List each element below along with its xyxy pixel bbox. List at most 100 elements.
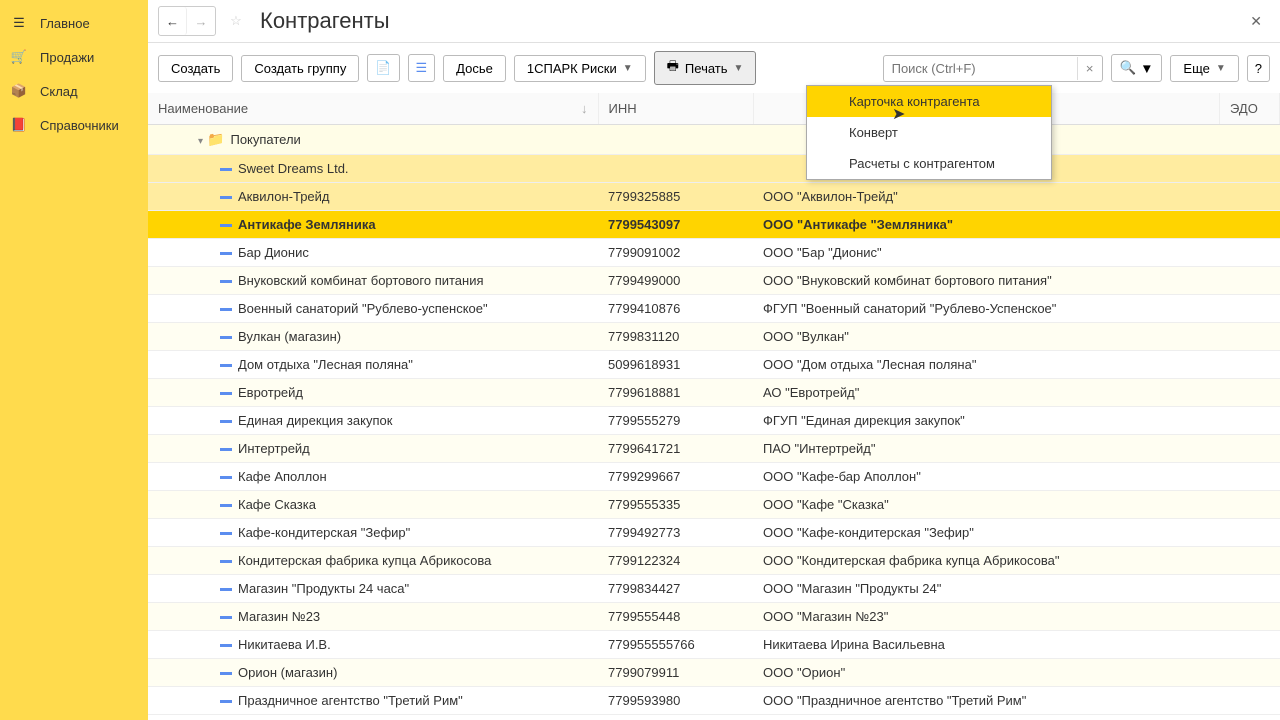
chevron-down-icon: ▼ (1140, 61, 1153, 76)
cell-inn: 7799593980 (598, 687, 753, 715)
table-row[interactable]: Магазин "Продукты 24 часа"7799834427ООО … (148, 575, 1280, 603)
cell-inn: 7799122324 (598, 547, 753, 575)
cell-inn: 7799641721 (598, 435, 753, 463)
table-row[interactable]: Бар Дионис7799091002ООО "Бар "Дионис" (148, 239, 1280, 267)
create-button[interactable]: Создать (158, 55, 233, 82)
cell-fullname: ООО "Аквилон-Трейд" (753, 183, 1220, 211)
cell-inn: 7799555335 (598, 491, 753, 519)
table-row[interactable]: Антикафе Земляника7799543097ООО "Антикаф… (148, 211, 1280, 239)
cell-name: Кафе-кондитерская "Зефир" (238, 525, 410, 540)
table-row[interactable]: Внуковский комбинат бортового питания779… (148, 267, 1280, 295)
sidebar-item-warehouse[interactable]: 📦 Склад (0, 74, 148, 108)
sidebar-item-main[interactable]: ☰ Главное (0, 6, 148, 40)
table-row[interactable]: Евротрейд7799618881АО "Евротрейд" (148, 379, 1280, 407)
menu-icon: ☰ (10, 14, 28, 32)
table-row[interactable]: Sweet Dreams Ltd. (148, 155, 1280, 183)
table-row[interactable]: Дом отдыха "Лесная поляна"5099618931ООО … (148, 351, 1280, 379)
more-button[interactable]: Еще▼ (1170, 55, 1238, 82)
cell-name: Единая дирекция закупок (238, 413, 392, 428)
sidebar-item-sales[interactable]: 🛒 Продажи (0, 40, 148, 74)
cell-fullname: ООО "Кафе "Сказка" (753, 491, 1220, 519)
nav-back-button[interactable]: ← (159, 7, 187, 35)
cell-name: Магазин "Продукты 24 часа" (238, 581, 409, 596)
close-icon[interactable]: ✕ (1242, 9, 1270, 34)
print-dropdown-menu: Карточка контрагента Конверт Расчеты с к… (806, 85, 1052, 180)
item-icon (220, 700, 232, 703)
menu-item-envelope[interactable]: Конверт (807, 117, 1051, 148)
sidebar-item-directories[interactable]: 📕 Справочники (0, 108, 148, 142)
menu-item-card[interactable]: Карточка контрагента (807, 86, 1051, 117)
table-row[interactable]: Магазин №237799555448ООО "Магазин №23" (148, 603, 1280, 631)
cell-fullname: ООО "Кондитерская фабрика купца Абрикосо… (753, 547, 1220, 575)
cell-inn: 7799492773 (598, 519, 753, 547)
table-row[interactable]: Никитаева И.В.779955555766Никитаева Ирин… (148, 631, 1280, 659)
clear-search-button[interactable]: × (1077, 57, 1102, 80)
favorite-icon[interactable]: ☆ (224, 9, 248, 33)
cell-fullname: ООО "Внуковский комбинат бортового питан… (753, 267, 1220, 295)
item-icon (220, 392, 232, 395)
cell-name: Антикафе Земляника (238, 217, 376, 232)
item-icon (220, 616, 232, 619)
cell-edo (1220, 407, 1280, 435)
print-button[interactable]: 🖶Печать▼ (654, 51, 757, 85)
item-icon (220, 252, 232, 255)
item-icon (220, 420, 232, 423)
cell-fullname: Никитаева Ирина Васильевна (753, 631, 1220, 659)
sidebar-item-label: Главное (40, 16, 90, 31)
cell-inn: 7799079911 (598, 659, 753, 687)
table-row[interactable]: Кафе Сказка7799555335ООО "Кафе "Сказка" (148, 491, 1280, 519)
cell-inn: 779955555766 (598, 631, 753, 659)
nav-forward-button[interactable]: → (187, 7, 215, 35)
table-row[interactable]: Аквилон-Трейд7799325885ООО "Аквилон-Трей… (148, 183, 1280, 211)
cell-inn: 7799543097 (598, 211, 753, 239)
cell-fullname: ПАО "Интертрейд" (753, 435, 1220, 463)
cell-name: Вулкан (магазин) (238, 329, 341, 344)
cell-inn: 7799555279 (598, 407, 753, 435)
copy-button[interactable]: 📄 (367, 54, 399, 82)
table-row[interactable]: Кафе-кондитерская "Зефир"7799492773ООО "… (148, 519, 1280, 547)
tree-toggle-icon[interactable]: ▾ (198, 136, 203, 147)
cell-inn: 7799299667 (598, 463, 753, 491)
cell-edo (1220, 239, 1280, 267)
sidebar-item-label: Продажи (40, 50, 94, 65)
table-row[interactable]: Орион (магазин)7799079911ООО "Орион" (148, 659, 1280, 687)
menu-item-settlements[interactable]: Расчеты с контрагентом (807, 148, 1051, 179)
table-row[interactable]: Интертрейд7799641721ПАО "Интертрейд" (148, 435, 1280, 463)
cell-inn: 7799091002 (598, 239, 753, 267)
search-input[interactable] (884, 56, 1077, 81)
list-icon: ☰ (416, 60, 428, 76)
cell-inn: 7799499000 (598, 267, 753, 295)
table-row[interactable]: Военный санаторий "Рублево-успенское"779… (148, 295, 1280, 323)
column-header-name[interactable]: Наименование (148, 93, 598, 125)
cell-fullname: АО "Евротрейд" (753, 379, 1220, 407)
create-group-button[interactable]: Создать группу (241, 55, 359, 82)
item-icon (220, 448, 232, 451)
print-icon: 🖶 (667, 57, 679, 79)
spark-risks-button[interactable]: 1СПАРК Риски▼ (514, 55, 646, 82)
item-icon (220, 532, 232, 535)
cart-icon: 🛒 (10, 48, 28, 66)
cell-name: Орион (магазин) (238, 665, 337, 680)
help-button[interactable]: ? (1247, 55, 1270, 82)
table-row[interactable]: Кондитерская фабрика купца Абрикосова779… (148, 547, 1280, 575)
list-button[interactable]: ☰ (408, 54, 436, 82)
table-row[interactable]: Праздничное агентство "Третий Рим"779959… (148, 687, 1280, 715)
cell-name: Дом отдыха "Лесная поляна" (238, 357, 413, 372)
table-row[interactable]: Единая дирекция закупок7799555279ФГУП "Е… (148, 407, 1280, 435)
toolbar: Создать Создать группу 📄 ☰ Досье 1СПАРК … (148, 43, 1280, 93)
contractors-table: Наименование ИНН Полное наименование ЭДО… (148, 93, 1280, 715)
item-icon (220, 644, 232, 647)
table-row[interactable]: Кафе Аполлон7799299667ООО "Кафе-бар Апол… (148, 463, 1280, 491)
item-icon (220, 196, 232, 199)
cell-edo (1220, 519, 1280, 547)
chevron-down-icon: ▼ (734, 63, 744, 74)
table-row[interactable]: Вулкан (магазин)7799831120ООО "Вулкан" (148, 323, 1280, 351)
column-header-inn[interactable]: ИНН (598, 93, 753, 125)
cell-fullname: ООО "Вулкан" (753, 323, 1220, 351)
cell-name: Военный санаторий "Рублево-успенское" (238, 301, 488, 316)
search-button[interactable]: 🔍▼ (1111, 54, 1163, 82)
dossier-button[interactable]: Досье (443, 55, 506, 82)
cell-fullname: ООО "Магазин "Продукты 24" (753, 575, 1220, 603)
column-header-edo[interactable]: ЭДО (1220, 93, 1280, 125)
folder-row[interactable]: ▾📁Покупатели (148, 125, 1280, 155)
